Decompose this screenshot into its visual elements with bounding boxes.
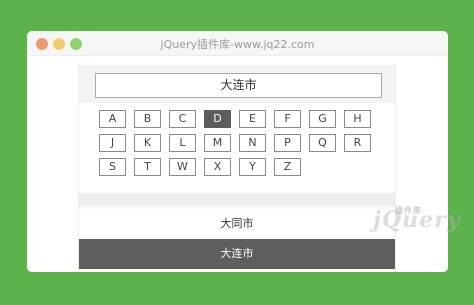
letter-button-w[interactable]: W — [169, 158, 196, 176]
letter-button-b[interactable]: B — [134, 110, 161, 128]
letter-button-g[interactable]: G — [309, 110, 336, 128]
letter-button-k[interactable]: K — [134, 134, 161, 152]
letter-button-s[interactable]: S — [99, 158, 126, 176]
letter-button-d[interactable]: D — [204, 110, 231, 128]
letter-button-f[interactable]: F — [274, 110, 301, 128]
letter-button-n[interactable]: N — [239, 134, 266, 152]
letter-button-a[interactable]: A — [99, 110, 126, 128]
divider — [79, 193, 395, 206]
letter-button-y[interactable]: Y — [239, 158, 266, 176]
city-search-input[interactable]: 大连市 — [95, 73, 382, 98]
letter-button-l[interactable]: L — [169, 134, 196, 152]
city-list-item-selected[interactable]: 大连市 — [79, 239, 395, 269]
jquery-watermark-logo: jQuery 插件库 — [373, 206, 460, 235]
browser-window: jQuery插件库-www.jq22.com 大连市 ABCDEFGH JKLMN… — [27, 31, 448, 272]
letter-button-z[interactable]: Z — [274, 158, 301, 176]
title-bar: jQuery插件库-www.jq22.com — [27, 31, 448, 56]
city-picker-panel: 大连市 ABCDEFGH JKLMNPQR STWXYZ 大同市 大连市 — [78, 65, 396, 272]
letter-button-e[interactable]: E — [239, 110, 266, 128]
city-list-item[interactable]: 大同市 — [79, 209, 395, 239]
letter-button-c[interactable]: C — [169, 110, 196, 128]
letter-button-m[interactable]: M — [204, 134, 231, 152]
page-content: 大连市 ABCDEFGH JKLMNPQR STWXYZ 大同市 大连市 — [27, 57, 448, 272]
letter-button-p[interactable]: P — [274, 134, 301, 152]
logo-subtext: 插件库 — [395, 206, 422, 215]
letter-index: ABCDEFGH JKLMNPQR STWXYZ — [79, 103, 395, 193]
letter-button-t[interactable]: T — [134, 158, 161, 176]
letter-button-h[interactable]: H — [344, 110, 371, 128]
letter-button-x[interactable]: X — [204, 158, 231, 176]
window-title: jQuery插件库-www.jq22.com — [160, 38, 315, 51]
letter-button-q[interactable]: Q — [309, 134, 336, 152]
letter-button-j[interactable]: J — [99, 134, 126, 152]
search-area: 大连市 — [79, 65, 395, 103]
letter-button-r[interactable]: R — [344, 134, 371, 152]
